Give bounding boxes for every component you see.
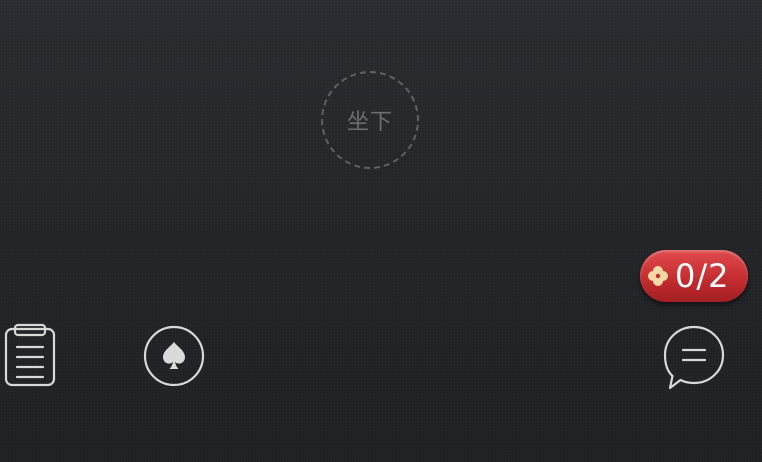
counter-value: 0/2 <box>675 257 730 295</box>
counter-badge[interactable]: 0/2 <box>640 250 748 302</box>
sit-down-seat[interactable]: 坐下 <box>321 71 419 169</box>
clipboard-button[interactable] <box>3 323 57 387</box>
clover-icon <box>648 266 668 286</box>
sit-down-label: 坐下 <box>346 110 393 135</box>
chat-button[interactable] <box>662 324 726 392</box>
chat-bubble-icon <box>663 325 725 390</box>
game-table <box>0 0 762 462</box>
clipboard-icon <box>4 323 56 387</box>
spade-icon <box>143 325 205 387</box>
spade-button[interactable] <box>143 325 205 387</box>
